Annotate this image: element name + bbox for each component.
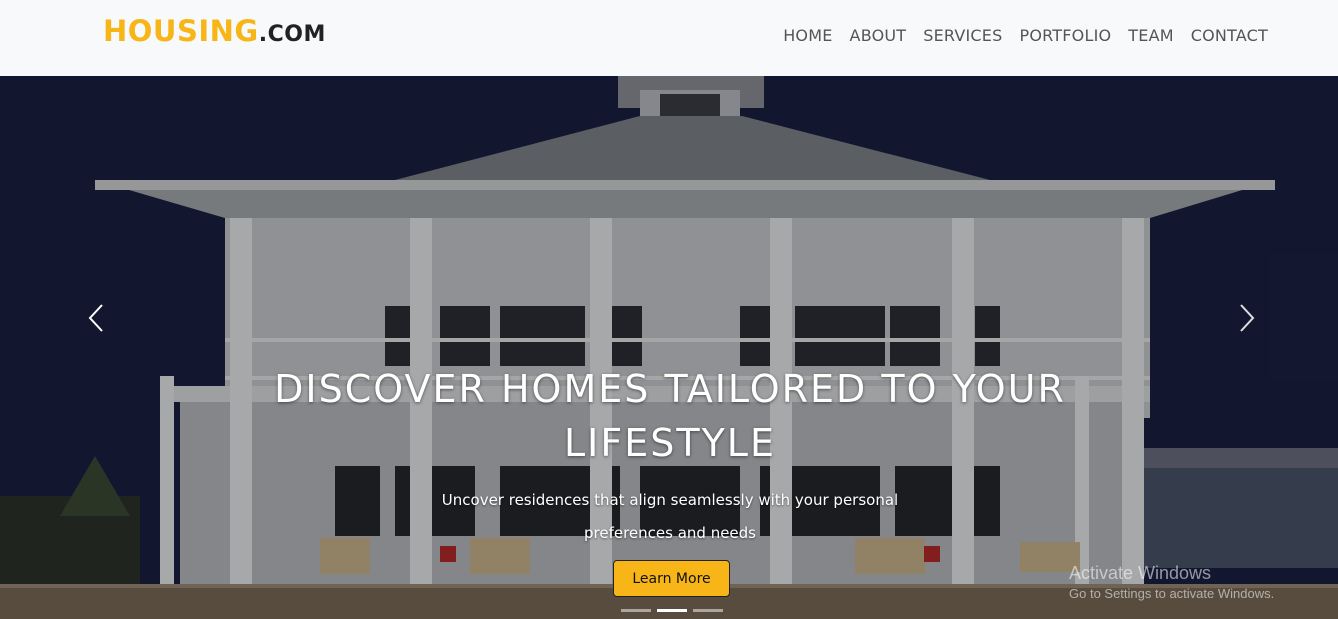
learn-more-button[interactable]: Learn More [613, 560, 730, 597]
brand-suffix: .COM [258, 22, 326, 47]
brand-name: HOUSING [103, 14, 259, 48]
navbar: HOUSING .COM HOME ABOUT SERVICES PORTFOLI… [0, 0, 1338, 76]
watermark-title: Activate Windows [1069, 563, 1212, 583]
nav-menu: HOME ABOUT SERVICES PORTFOLIO TEAM CONTA… [783, 26, 1268, 45]
hero-caption: DISCOVER HOMES TAILORED TO YOUR LIFESTYL… [200, 362, 1140, 550]
nav-link-portfolio[interactable]: PORTFOLIO [1019, 26, 1111, 45]
carousel-next-button[interactable] [1231, 300, 1261, 336]
nav-link-contact[interactable]: CONTACT [1191, 26, 1268, 45]
nav-link-team[interactable]: TEAM [1128, 26, 1173, 45]
carousel-indicator-3[interactable] [693, 609, 723, 612]
carousel-prev-button[interactable] [82, 300, 112, 336]
hero-title: DISCOVER HOMES TAILORED TO YOUR LIFESTYL… [274, 367, 1066, 465]
nav-link-about[interactable]: ABOUT [850, 26, 907, 45]
watermark-subtitle: Go to Settings to activate Windows. [1069, 586, 1275, 601]
carousel-indicator-1[interactable] [621, 609, 651, 612]
activate-windows-watermark: Activate Windows Go to Settings to activ… [1069, 562, 1274, 604]
brand-logo[interactable]: HOUSING .COM [103, 14, 326, 54]
carousel-indicator-2[interactable] [657, 609, 687, 612]
hero-carousel: DISCOVER HOMES TAILORED TO YOUR LIFESTYL… [0, 76, 1338, 619]
chevron-left-icon [88, 304, 103, 332]
carousel-indicators [621, 609, 723, 612]
hero-subtitle: Uncover residences that align seamlessly… [441, 491, 899, 542]
nav-link-services[interactable]: SERVICES [923, 26, 1002, 45]
chevron-right-icon [1240, 304, 1255, 332]
nav-link-home[interactable]: HOME [783, 26, 832, 45]
